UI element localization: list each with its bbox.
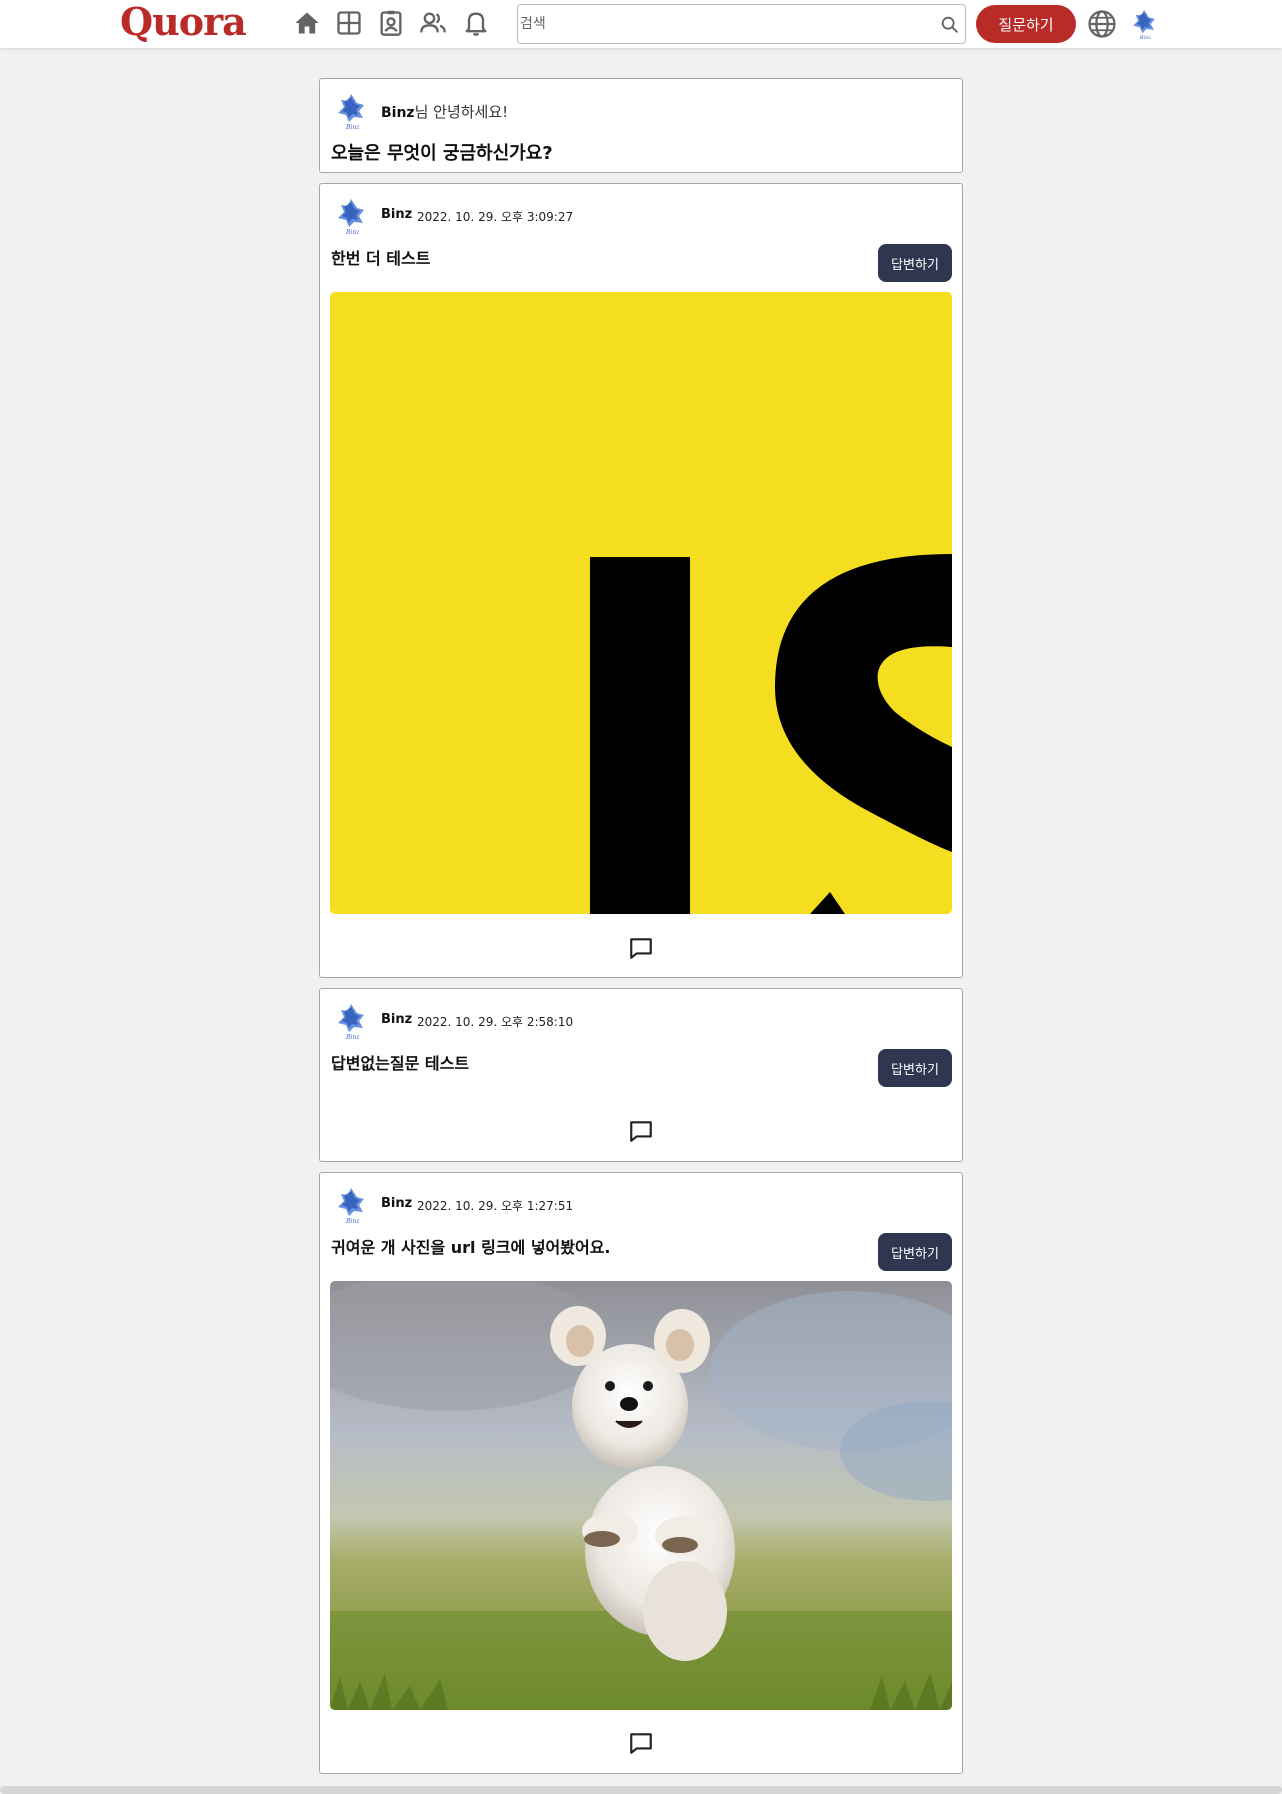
post-card: Binz 2022. 10. 29. 오후 1:27:51 귀여운 개 사진을 … [319,1172,963,1774]
user-avatar[interactable] [1129,5,1159,43]
post-author: Binz [381,1196,413,1211]
post-image-js-logo [330,292,952,914]
avatar [333,196,369,236]
search-icon[interactable] [939,14,961,36]
spaces-icon[interactable] [376,8,406,38]
search-box [517,4,966,44]
people-icon[interactable] [418,8,448,38]
horizontal-scrollbar[interactable] [0,1786,1282,1794]
top-navbar: Quora 질문하기 [0,0,1282,48]
post-timestamp: 2022. 10. 29. 오후 2:58:10 [417,1015,574,1029]
greeting-text: Binz님 안녕하세요! [381,101,508,122]
quora-logo[interactable]: Quora [120,0,247,44]
greeting-card[interactable]: Binz님 안녕하세요! 오늘은 무엇이 궁금하신가요? [319,78,963,173]
greeting-suffix: 님 안녕하세요! [414,103,509,121]
avatar [333,91,369,131]
answer-button[interactable]: 답변하기 [878,1233,952,1271]
post-question[interactable]: 답변없는질문 테스트 [331,1050,469,1074]
post-timestamp: 2022. 10. 29. 오후 3:09:27 [417,210,574,224]
following-icon[interactable] [334,8,364,38]
post-timestamp: 2022. 10. 29. 오후 1:27:51 [417,1199,574,1213]
greeting-username: Binz [381,105,415,121]
comment-icon[interactable] [628,935,654,961]
greeting-question[interactable]: 오늘은 무엇이 궁금하신가요? [331,139,553,165]
post-question[interactable]: 한번 더 테스트 [331,245,430,269]
post-question[interactable]: 귀여운 개 사진을 url 링크에 넣어봤어요. [331,1234,611,1258]
home-icon[interactable] [292,8,322,38]
answer-button[interactable]: 답변하기 [878,244,952,282]
ask-question-button[interactable]: 질문하기 [976,5,1076,43]
comment-icon[interactable] [628,1118,654,1144]
notifications-icon[interactable] [461,8,491,38]
avatar [333,1185,369,1225]
answer-button[interactable]: 답변하기 [878,1049,952,1087]
comment-icon[interactable] [628,1730,654,1756]
post-card: Binz 2022. 10. 29. 오후 3:09:27 한번 더 테스트 답… [319,183,963,978]
post-image-dog [330,1281,952,1710]
post-author: Binz [381,207,413,222]
search-input[interactable] [520,7,930,41]
post-author: Binz [381,1012,413,1027]
post-card: Binz 2022. 10. 29. 오후 2:58:10 답변없는질문 테스트… [319,988,963,1162]
avatar [333,1001,369,1041]
globe-icon[interactable] [1087,9,1117,39]
